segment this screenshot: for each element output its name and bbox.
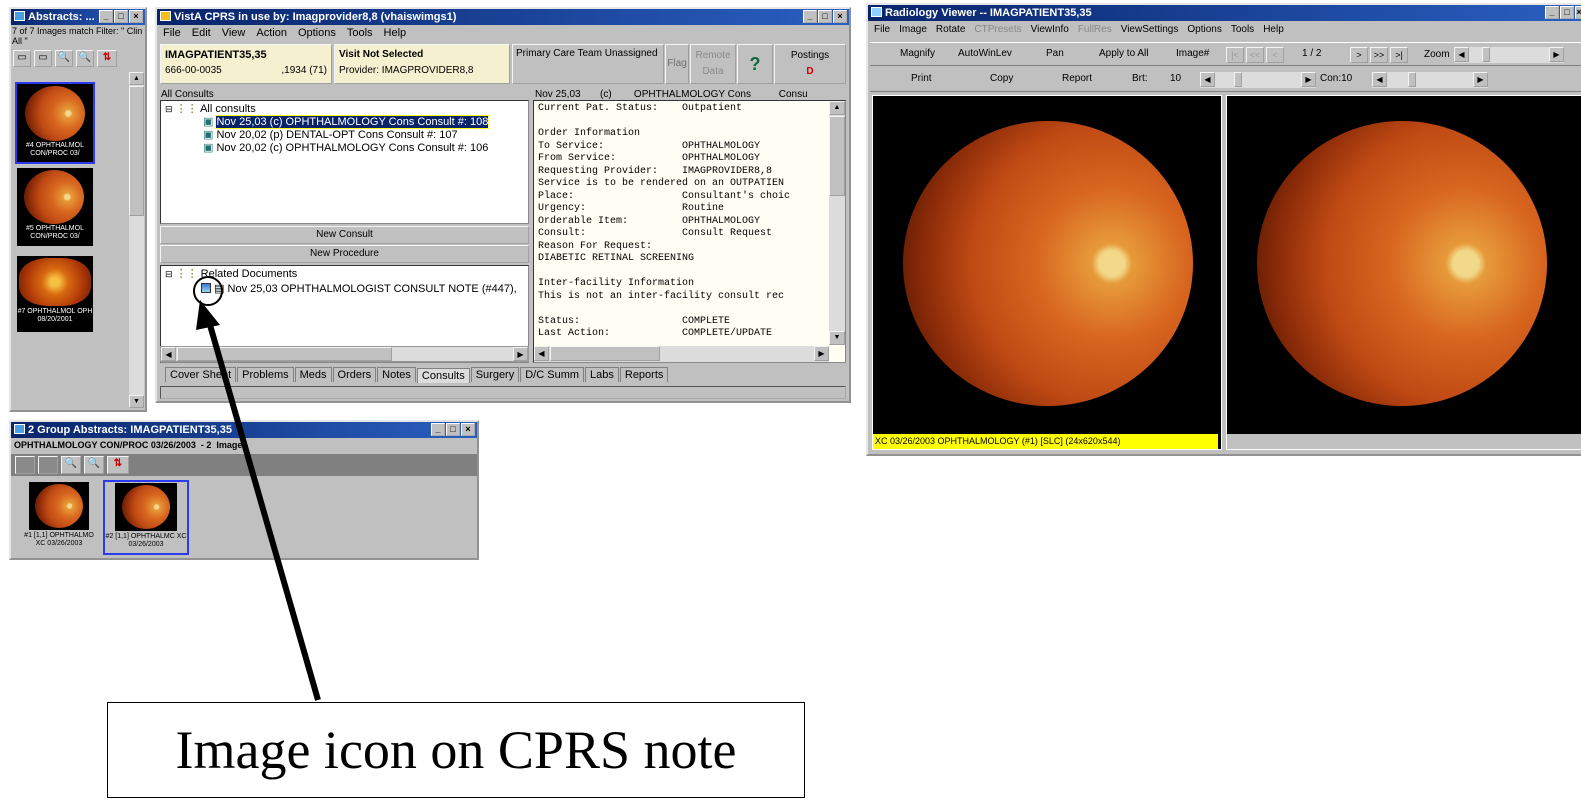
callout-arrow [193,276,321,701]
callout-text: Image icon on CPRS note [175,720,737,780]
callout-box: Image icon on CPRS note [107,702,805,798]
